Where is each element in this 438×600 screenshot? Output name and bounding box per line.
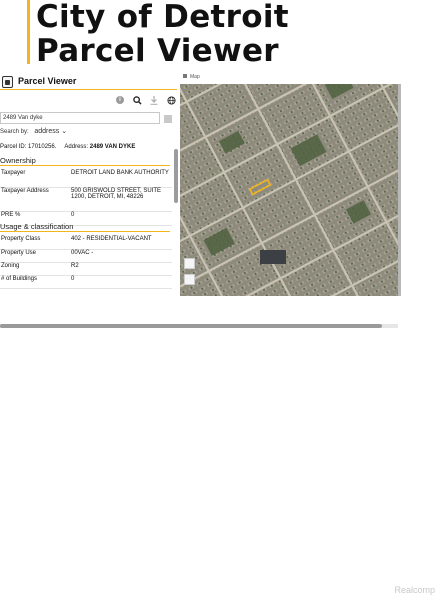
chevron-down-icon: ⌄ [61, 128, 68, 135]
search-icon [132, 95, 142, 105]
usage-table: Property Class 402 - RESIDENTIAL-VACANT … [0, 236, 172, 289]
row-key: Zoning [0, 262, 70, 276]
page-title: City of Detroit Parcel Viewer [36, 0, 289, 68]
table-row: Taxpayer DETROIT LAND BANK AUTHORITY [0, 170, 172, 188]
panel-scrollbar-thumb[interactable] [174, 149, 178, 203]
row-key: Taxpayer Address [0, 187, 70, 212]
city-logo-icon [2, 76, 13, 88]
address-value: 2489 VAN DYKE [89, 144, 136, 150]
table-row: Zoning R2 [0, 262, 172, 276]
side-panel: Parcel Viewer i 2489 Van dyke Search by:… [0, 74, 180, 298]
map-scrollbar-thumb[interactable] [398, 84, 401, 296]
row-key: Taxpayer [0, 170, 70, 188]
globe-icon [166, 95, 176, 105]
map-tab-label: Map [190, 74, 200, 80]
table-row: Property Class 402 - RESIDENTIAL-VACANT [0, 236, 172, 250]
map-tab-icon [183, 74, 187, 78]
parcel-id-label: Parcel ID: [0, 144, 27, 150]
ownership-divider [0, 165, 170, 166]
search-by-select[interactable]: address ⌄ [34, 128, 67, 135]
map-tab[interactable]: Map [183, 74, 200, 80]
zoom-out-button[interactable] [184, 274, 195, 285]
header-accent-bar [27, 0, 30, 64]
horizontal-scrollbar[interactable] [0, 324, 398, 328]
row-key: # of Buildings [0, 275, 70, 289]
search-clear-button[interactable] [164, 115, 172, 123]
row-value: R2 [70, 262, 172, 276]
row-value: 0 [70, 211, 172, 226]
table-row: # of Buildings 0 [0, 275, 172, 289]
info-button[interactable]: i [115, 95, 125, 105]
row-key: Property Class [0, 236, 70, 250]
download-button[interactable] [149, 95, 159, 105]
globe-button[interactable] [166, 95, 176, 105]
table-row: Taxpayer Address 500 GRISWOLD STREET, SU… [0, 187, 172, 212]
row-key: Property Use [0, 249, 70, 263]
search-button[interactable] [132, 95, 142, 105]
zoom-in-button[interactable] [184, 258, 195, 269]
ownership-title: Ownership [0, 156, 36, 165]
parcel-id-value: 17010256. [28, 144, 57, 150]
parcel-viewer-app: Parcel Viewer i 2489 Van dyke Search by:… [0, 74, 401, 330]
satellite-map[interactable] [180, 84, 398, 296]
table-row: Property Use 00VAC - [0, 249, 172, 263]
search-by: Search by: address ⌄ [0, 127, 67, 135]
search-input[interactable]: 2489 Van dyke [0, 112, 160, 124]
row-value: DETROIT LAND BANK AUTHORITY [70, 170, 172, 188]
app-title: Parcel Viewer [18, 76, 77, 86]
panel-scrollbar[interactable] [174, 149, 178, 298]
ownership-table: Taxpayer DETROIT LAND BANK AUTHORITY Tax… [0, 170, 172, 226]
row-value: 00VAC - [70, 249, 172, 263]
watermark: Realcomp [394, 585, 435, 595]
horizontal-scrollbar-thumb[interactable] [0, 324, 382, 328]
download-icon [150, 95, 158, 105]
row-value: 500 GRISWOLD STREET, SUITE 1200, DETROIT… [70, 187, 172, 212]
title-underline [0, 89, 177, 90]
page-title-line-1: City of Detroit [36, 0, 289, 35]
address-label: Address: [64, 144, 89, 150]
usage-divider [0, 231, 170, 232]
map-scrollbar[interactable] [398, 84, 401, 296]
info-icon: i [116, 96, 124, 104]
search-by-label: Search by: [0, 129, 29, 135]
toolbar: i [115, 94, 176, 106]
row-value: 0 [70, 275, 172, 289]
row-value: 402 - RESIDENTIAL-VACANT [70, 236, 172, 250]
usage-title: Usage & classification [0, 222, 74, 231]
map-imagery [180, 84, 398, 296]
search-by-value: address [34, 128, 60, 135]
panel-header: Parcel Viewer [0, 74, 180, 90]
parcel-summary: Parcel ID: 17010256. Address: 2489 VAN D… [0, 144, 135, 150]
page-title-line-2: Parcel Viewer [36, 33, 279, 69]
